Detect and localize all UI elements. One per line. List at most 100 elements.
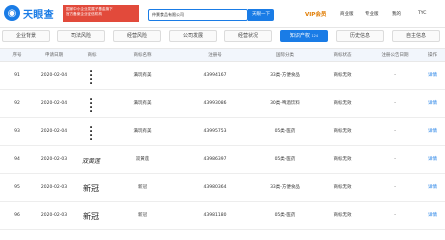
detail-link[interactable]: 详情	[420, 174, 445, 202]
detail-link[interactable]: 详情	[420, 118, 445, 146]
row-date: 2020-02-03	[40, 213, 68, 218]
col-op: 操作	[428, 53, 437, 58]
promo-banner[interactable]: 国家中小企业发展子基金旗下 官方备案企业征信机构	[63, 5, 139, 22]
trademark-image-text: 新冠	[83, 211, 99, 221]
col-index: 序号	[12, 53, 22, 58]
row-reg: 43986397	[203, 157, 227, 162]
row-name: 满玩有美	[133, 129, 152, 134]
row-name: 满玩有美	[133, 73, 152, 78]
row-class: 05类-医药	[274, 213, 296, 218]
tab-background[interactable]: 企业背景	[2, 30, 50, 42]
row-class: 05类-医药	[274, 129, 296, 134]
row-class: 33类-方便食品	[270, 73, 300, 78]
row-index: 95	[14, 185, 20, 190]
row-class: 33类-方便食品	[270, 185, 300, 190]
row-index: 96	[14, 213, 20, 218]
tab-legal-risk[interactable]: 司法风险	[57, 30, 105, 42]
row-name: 新冠	[138, 213, 147, 218]
trademark-image[interactable]: ▪ ▪ ▪ ▪	[77, 66, 105, 86]
table-row: 92 2020-02-04 ▪ ▪ ▪ ▪ 满玩有美 43993086 30类-啤酒饮…	[0, 90, 445, 118]
trademark-image[interactable]: 新冠	[77, 178, 105, 198]
trademark-image[interactable]: 双黄莲	[77, 150, 105, 170]
trademark-vertical-icon: ▪▪▪▪	[90, 97, 93, 112]
row-reg: 43981180	[203, 213, 227, 218]
svg-text:▪: ▪	[90, 109, 93, 112]
row-reg: 43995753	[203, 129, 227, 134]
table-row: 93 2020-02-04 ▪ ▪ ▪ ▪ 满玩有美 43995753 05类-医药 …	[0, 118, 445, 146]
logo-eye-icon: ◉	[4, 5, 20, 21]
vip-link[interactable]: VIP会员	[305, 10, 326, 18]
table-row: 94 2020-02-03 双黄莲 双黄莲 43986397 05类-医药 商标…	[0, 146, 445, 174]
tab-business-risk[interactable]: 经营风险	[113, 30, 161, 42]
logo[interactable]: ◉ 天眼查	[4, 5, 54, 21]
row-pub-date: -	[394, 73, 396, 78]
tab-development[interactable]: 公司发展	[169, 30, 217, 42]
table-row: 91 2020-02-04 ▪ ▪ ▪ ▪ 满玩有美 43994167 33类-方便食…	[0, 62, 445, 90]
trademark-vertical-icon: ▪▪▪▪	[90, 125, 93, 140]
row-name: 新冠	[138, 185, 147, 190]
table-row: 96 2020-02-03 新冠 新冠 43981180 05类-医药 商标无效…	[0, 202, 445, 230]
col-class: 国际分类	[276, 53, 294, 58]
row-index: 93	[14, 129, 20, 134]
detail-link[interactable]: 详情	[420, 62, 445, 90]
row-index: 91	[14, 73, 20, 78]
row-date: 2020-02-03	[40, 185, 68, 190]
nav-pro[interactable]: 专业版	[365, 11, 379, 17]
row-name: 双黄莲	[135, 157, 150, 162]
nav-user[interactable]: TYC	[418, 11, 426, 16]
detail-link[interactable]: 详情	[420, 146, 445, 174]
search-button[interactable]: 天眼一下	[248, 9, 274, 21]
tab-ip[interactable]: 知识产权 124	[280, 30, 328, 42]
nav-business[interactable]: 商业版	[340, 11, 354, 17]
svg-text:▪: ▪	[90, 81, 93, 84]
row-pub-date: -	[394, 157, 396, 162]
row-date: 2020-02-04	[40, 101, 68, 106]
trademark-image[interactable]: ▪ ▪ ▪ ▪	[77, 94, 105, 114]
col-reg: 注册号	[208, 53, 222, 58]
row-status: 商标无效	[333, 157, 352, 162]
logo-text: 天眼查	[23, 9, 54, 21]
row-status: 商标无效	[333, 129, 352, 134]
row-index: 92	[14, 101, 20, 106]
col-date: 申请日期	[45, 53, 63, 58]
trademark-vertical-icon: ▪▪▪▪	[90, 69, 93, 84]
col-name: 商标名称	[133, 53, 152, 58]
banner-line2: 官方备案企业征信机构	[66, 12, 102, 16]
row-pub-date: -	[394, 185, 396, 190]
nav-mine[interactable]: 我的	[392, 11, 401, 17]
row-pub-date: -	[394, 129, 396, 134]
tab-history[interactable]: 历史信息	[336, 30, 384, 42]
tab-self-info[interactable]: 自主信息	[392, 30, 440, 42]
section-tabs: 企业背景 司法风险 经营风险 公司发展 经营状况 知识产权 124 历史信息 自…	[0, 28, 445, 44]
row-class: 30类-啤酒饮料	[270, 101, 300, 106]
row-reg: 43993086	[203, 101, 227, 106]
row-pub-date: -	[394, 213, 396, 218]
tab-operation[interactable]: 经营状况	[224, 30, 272, 42]
row-name: 满玩有美	[133, 101, 152, 106]
detail-link[interactable]: 详情	[420, 90, 445, 118]
row-status: 商标无效	[333, 73, 352, 78]
col-mark: 商标	[87, 53, 97, 58]
svg-text:▪: ▪	[90, 137, 93, 140]
trademark-image[interactable]: 新冠	[77, 206, 105, 226]
detail-link[interactable]: 详情	[420, 202, 445, 230]
row-status: 商标无效	[333, 101, 352, 106]
search-input[interactable]: 仲景食品有限公司	[148, 9, 248, 21]
col-status: 商标状态	[333, 53, 352, 58]
trademark-image-text: 双黄莲	[81, 157, 100, 165]
row-reg: 43980364	[203, 185, 227, 190]
row-status: 商标无效	[333, 185, 352, 190]
table-row: 95 2020-02-03 新冠 新冠 43980364 33类-方便食品 商标…	[0, 174, 445, 202]
row-reg: 43994167	[203, 73, 227, 78]
row-date: 2020-02-04	[40, 73, 68, 78]
row-pub-date: -	[394, 101, 396, 106]
table-header: 序号 申请日期 商标 商标名称 注册号 国际分类 商标状态 注册公告日期 操作	[0, 48, 445, 62]
row-date: 2020-02-04	[40, 129, 68, 134]
trademark-image[interactable]: ▪ ▪ ▪ ▪	[77, 122, 105, 142]
trademark-image-text: 新冠	[83, 183, 99, 193]
row-index: 94	[14, 157, 20, 162]
top-bar: ◉ 天眼查 国家中小企业发展子基金旗下 官方备案企业征信机构 仲景食品有限公司 …	[0, 0, 445, 28]
row-status: 商标无效	[333, 213, 352, 218]
row-date: 2020-02-03	[40, 157, 68, 162]
col-pub-date: 注册公告日期	[381, 53, 409, 58]
